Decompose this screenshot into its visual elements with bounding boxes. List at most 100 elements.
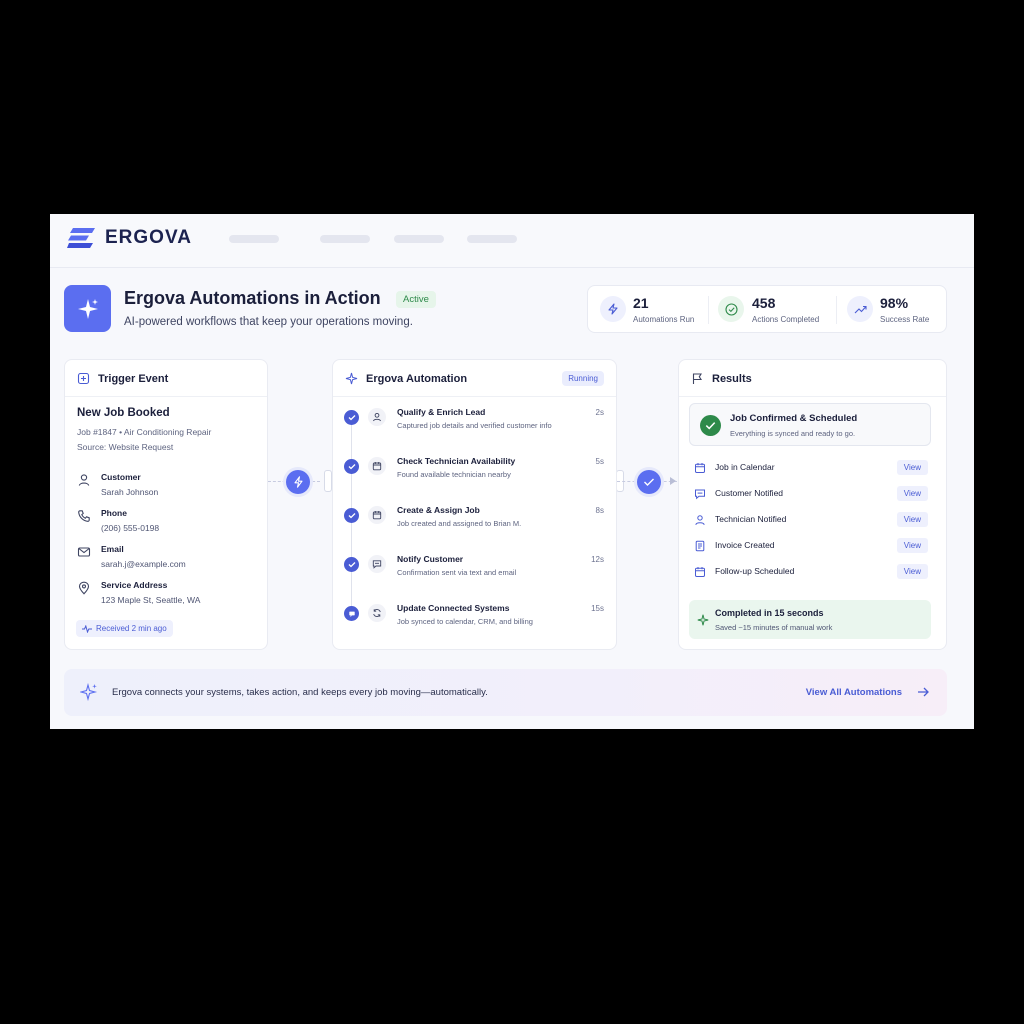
document-icon (695, 540, 705, 552)
result-label: Technician Notified (715, 514, 787, 524)
confirmation-subtitle: Everything is synced and ready to go. (730, 429, 856, 438)
calendar-icon (695, 567, 705, 577)
bolt-icon (286, 470, 310, 494)
card-title: Ergova Automation (366, 372, 468, 385)
result-label: Customer Notified (715, 488, 784, 498)
calendar-icon (695, 463, 705, 473)
app-window: ERGOVA Ergova Automations in Action Acti… (50, 214, 974, 729)
received-badge: Received 2 min ago (76, 620, 173, 637)
view-button[interactable]: View (896, 538, 928, 553)
running-badge: Running (562, 371, 604, 386)
job-source: Source: Website Request (77, 442, 174, 452)
results-card: Results Job Confirmed & Scheduled Everyt… (678, 359, 947, 650)
footer-text: Ergova connects your systems, takes acti… (112, 687, 488, 698)
stat-value: 98% (880, 295, 909, 311)
stat-value: 21 (633, 295, 649, 311)
stat-label: Automations Run (633, 315, 695, 324)
trigger-card: Trigger Event New Job Booked Job #1847 •… (64, 359, 268, 650)
step-title: Update Connected Systems (397, 603, 510, 613)
message-icon (368, 555, 386, 573)
card-header: Ergova Automation (345, 372, 467, 385)
workflow-step[interactable]: Qualify & Enrich Lead Captured job detai… (344, 407, 604, 446)
sparkle-icon (697, 614, 709, 626)
result-label: Job in Calendar (715, 462, 775, 472)
step-description: Job created and assigned to Brian M. (397, 519, 522, 528)
nav-item-placeholder[interactable] (394, 235, 444, 243)
nav-item-placeholder[interactable] (229, 235, 279, 243)
footer-banner: Ergova connects your systems, takes acti… (64, 669, 947, 716)
stat-value: 458 (752, 295, 776, 311)
arrow-head (670, 477, 676, 485)
sparkle-icon (64, 285, 111, 332)
view-button[interactable]: View (896, 512, 928, 527)
stat-actions-completed: 458 Actions Completed (718, 286, 838, 334)
workflow-step[interactable]: Check Technician Availability Found avai… (344, 456, 604, 495)
confirmation-title: Job Confirmed & Scheduled (730, 413, 858, 424)
divider (836, 296, 837, 324)
result-item: Invoice Created View (694, 538, 929, 554)
user-icon (695, 515, 705, 526)
card-header: Trigger Event (77, 372, 168, 385)
event-title: New Job Booked (77, 407, 170, 419)
workflow-step[interactable]: Notify Customer Confirmation sent via te… (344, 554, 604, 593)
view-button[interactable]: View (896, 564, 928, 579)
step-title: Create & Assign Job (397, 505, 480, 515)
step-duration: 12s (591, 555, 604, 564)
step-title: Check Technician Availability (397, 456, 516, 466)
job-details: Job #1847 • Air Conditioning Repair (77, 427, 212, 437)
divider (65, 396, 267, 397)
check-icon (637, 470, 661, 494)
result-label: Follow-up Scheduled (715, 566, 795, 576)
stats-panel: 21 Automations Run 458 Actions Completed… (587, 285, 947, 333)
result-item: Customer Notified View (694, 486, 929, 502)
top-nav: ERGOVA (50, 214, 974, 268)
trigger-icon (77, 372, 90, 385)
divider (333, 396, 616, 397)
result-item: Follow-up Scheduled View (694, 564, 929, 580)
completion-title: Completed in 15 seconds (715, 608, 824, 618)
stat-automations-run: 21 Automations Run (600, 286, 710, 334)
view-button[interactable]: View (896, 460, 928, 475)
check-circle-icon (718, 296, 744, 322)
workflow-step[interactable]: Update Connected Systems Job synced to c… (344, 603, 604, 642)
field-value[interactable]: sarah.j@example.com (101, 559, 186, 569)
view-all-automations-link[interactable]: View All Automations (806, 687, 902, 698)
step-duration: 5s (595, 457, 604, 466)
workflow-step[interactable]: Create & Assign Job Job created and assi… (344, 505, 604, 544)
field-phone: Phone (206) 555-0198 (77, 508, 159, 533)
in-progress-icon (344, 606, 359, 621)
page-subtitle: AI-powered workflows that keep your oper… (124, 316, 413, 328)
step-description: Job synced to calendar, CRM, and billing (397, 617, 533, 626)
completion-subtitle: Saved ~15 minutes of manual work (715, 623, 833, 632)
result-item: Technician Notified View (694, 512, 929, 528)
arrow-right-icon[interactable] (916, 685, 930, 699)
calendar-icon (368, 506, 386, 524)
step-title: Notify Customer (397, 554, 464, 564)
brand-name: ERGOVA (105, 227, 192, 248)
card-title: Results (712, 372, 752, 385)
user-icon (368, 408, 386, 426)
field-value: 123 Maple St, Seattle, WA (101, 595, 201, 605)
result-label: Invoice Created (715, 540, 775, 550)
flag-icon (692, 373, 702, 384)
check-circle-icon (700, 415, 721, 436)
brand-logo[interactable]: ERGOVA (67, 227, 192, 249)
location-pin-icon (78, 581, 90, 595)
step-duration: 15s (591, 604, 604, 613)
field-email: Email sarah.j@example.com (77, 544, 186, 569)
step-description: Confirmation sent via text and email (397, 568, 517, 577)
divider (708, 296, 709, 324)
sparkle-icon (80, 683, 98, 701)
field-value: Sarah Johnson (101, 487, 159, 497)
field-label: Customer (101, 472, 141, 482)
automation-card: Ergova Automation Running Qualify & Enri… (332, 359, 617, 650)
nav-item-placeholder[interactable] (467, 235, 517, 243)
card-title: Trigger Event (98, 372, 169, 385)
field-customer: Customer Sarah Johnson (77, 472, 158, 497)
view-button[interactable]: View (896, 486, 928, 501)
check-icon (344, 410, 359, 425)
phone-icon (78, 510, 90, 522)
stat-label: Success Rate (880, 315, 930, 324)
nav-item-placeholder[interactable] (320, 235, 370, 243)
field-service-address: Service Address 123 Maple St, Seattle, WA (77, 580, 200, 605)
